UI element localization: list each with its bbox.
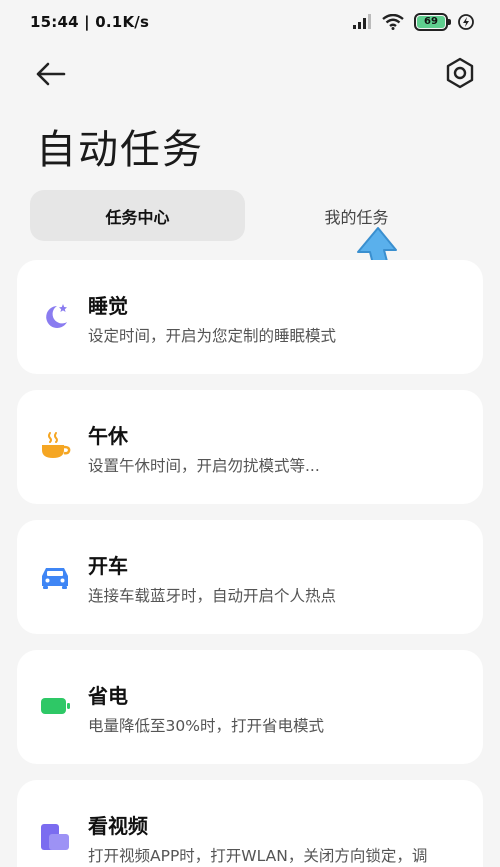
task-description: 打开视频APP时，打开WLAN，关闭方向锁定，调	[88, 847, 428, 865]
moon-star-icon	[46, 304, 67, 328]
status-time-speed: 15:44 | 0.1K/s	[30, 13, 150, 31]
status-bar: 15:44 | 0.1K/s 69	[0, 0, 500, 44]
task-card-nap[interactable]: 午休 设置午休时间，开启勿扰模式等...	[17, 390, 483, 504]
header	[0, 52, 500, 96]
wifi-icon	[382, 14, 404, 30]
task-card-driving[interactable]: 开车 连接车载蓝牙时，自动开启个人热点	[17, 520, 483, 634]
task-card-sleep[interactable]: 睡觉 设定时间，开启为您定制的睡眠模式	[17, 260, 483, 374]
page-title: 自动任务	[36, 127, 204, 173]
video-icon	[41, 824, 69, 850]
charging-icon	[458, 14, 474, 30]
status-icons: 69	[352, 13, 474, 31]
back-arrow-icon	[36, 62, 66, 86]
task-description: 设置午休时间，开启勿扰模式等...	[88, 457, 320, 475]
battery-icon: 69	[414, 13, 451, 31]
battery-level: 69	[417, 16, 445, 28]
car-icon	[42, 568, 68, 589]
task-title: 省电	[88, 684, 128, 708]
signal-icon	[353, 14, 371, 29]
hexagon-settings-icon	[446, 57, 474, 89]
back-button[interactable]	[34, 58, 68, 90]
battery-icon	[41, 698, 70, 714]
settings-button[interactable]	[444, 56, 476, 90]
task-description: 电量降低至30%时，打开省电模式	[88, 717, 324, 735]
task-title: 睡觉	[88, 294, 128, 318]
task-description: 连接车载蓝牙时，自动开启个人热点	[88, 587, 337, 605]
task-title: 开车	[88, 554, 128, 578]
task-description: 设定时间，开启为您定制的睡眠模式	[88, 327, 337, 345]
coffee-cup-icon	[42, 432, 71, 458]
task-title: 看视频	[88, 814, 148, 838]
task-card-power-saving[interactable]: 省电 电量降低至30%时，打开省电模式	[17, 650, 483, 764]
task-card-watch-video[interactable]: 看视频 打开视频APP时，打开WLAN，关闭方向锁定，调	[17, 780, 483, 867]
task-title: 午休	[88, 424, 128, 448]
tab-task-center[interactable]: 任务中心	[30, 190, 245, 241]
